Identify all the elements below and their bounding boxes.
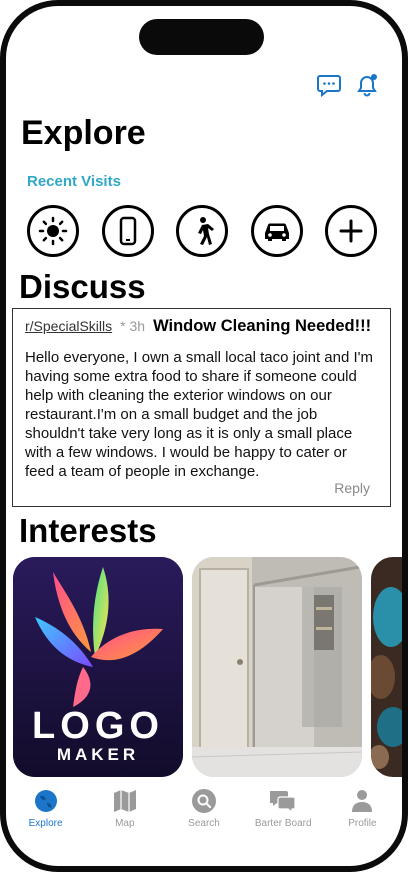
post-title: Window Cleaning Needed!!!	[153, 317, 372, 335]
tab-profile[interactable]: Profile	[323, 778, 402, 838]
interest-card-partial[interactable]	[371, 557, 402, 777]
recent-visit-car[interactable]	[250, 205, 303, 257]
post-header: r/SpecialSkills * 3h Window Cleaning Nee…	[25, 317, 380, 336]
interest-card-logo-maker[interactable]: LOGO MAKER	[13, 557, 183, 777]
logo-text-logo: LOGO	[32, 705, 164, 747]
reply-button[interactable]: Reply	[334, 480, 370, 496]
plus-icon	[339, 219, 363, 243]
phone-frame: Explore Recent Visits Discuss r/SpecialS…	[0, 0, 408, 872]
recent-visit-add[interactable]	[325, 205, 377, 257]
tab-barter-board[interactable]: Barter Board	[244, 778, 323, 838]
recent-visit-phone[interactable]	[101, 205, 154, 257]
tab-label-map: Map	[115, 818, 135, 829]
recent-visits-label: Recent Visits	[27, 173, 121, 190]
sun-icon	[38, 216, 68, 246]
phone-icon	[119, 216, 136, 246]
recent-visits-row	[27, 205, 377, 257]
walking-person-icon	[198, 217, 214, 245]
interests-heading: Interests	[19, 512, 157, 549]
car-icon	[264, 223, 289, 241]
tab-explore[interactable]: Explore	[6, 778, 85, 838]
tab-search[interactable]: Search	[164, 778, 243, 838]
bottom-tab-bar: Explore Map Search Barter Board Profile	[6, 778, 402, 838]
bathroom-shower-image	[192, 557, 362, 777]
top-icons	[316, 72, 380, 98]
dynamic-island	[139, 19, 264, 55]
tab-label-profile: Profile	[348, 818, 377, 829]
tab-label-explore: Explore	[28, 818, 63, 829]
discussion-post[interactable]: r/SpecialSkills * 3h Window Cleaning Nee…	[12, 308, 391, 507]
map-icon	[113, 790, 136, 812]
recent-visit-sun[interactable]	[27, 205, 79, 257]
page-title: Explore	[21, 114, 146, 152]
globe-icon	[34, 790, 57, 812]
search-icon	[192, 789, 216, 813]
screen: Explore Recent Visits Discuss r/SpecialS…	[6, 6, 402, 866]
post-time: * 3h	[120, 318, 146, 334]
tab-label-search: Search	[188, 818, 220, 829]
logo-text-maker: MAKER	[56, 745, 140, 764]
tab-label-barter-board: Barter Board	[254, 818, 312, 829]
tab-map[interactable]: Map	[85, 778, 164, 838]
interest-card-shower[interactable]	[192, 557, 362, 777]
subreddit-link[interactable]: r/SpecialSkills	[25, 318, 112, 334]
chat-bubbles-icon	[270, 791, 296, 814]
recent-visit-walking[interactable]	[176, 205, 228, 257]
post-body: Hello everyone, I own a small local taco…	[25, 349, 374, 480]
partial-interest-image	[371, 557, 402, 777]
notification-bell-icon[interactable]	[354, 72, 380, 98]
interests-carousel[interactable]: LOGO MAKER	[13, 557, 402, 777]
person-icon	[352, 790, 373, 812]
discuss-heading: Discuss	[19, 268, 146, 305]
messages-icon[interactable]	[316, 72, 342, 98]
